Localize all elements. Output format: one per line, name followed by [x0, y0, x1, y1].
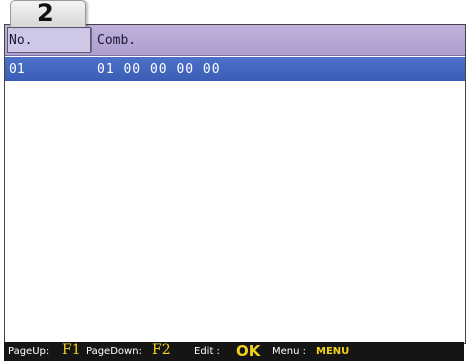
page-down-key[interactable]: F2	[152, 342, 171, 358]
step-number: 2	[37, 0, 54, 27]
row-number: 01	[9, 62, 25, 77]
column-divider	[91, 28, 92, 52]
edit-label: Edit :	[194, 346, 220, 357]
column-header-comb: Comb.	[97, 33, 137, 48]
row-combination: 01 00 00 00 00	[97, 62, 221, 77]
device-screen: No. Comb. 01 01 00 00 00 00	[4, 24, 466, 344]
column-header-no: No.	[9, 33, 33, 48]
menu-key[interactable]: MENU	[316, 346, 349, 357]
page-up-key[interactable]: F1	[62, 342, 81, 358]
edit-key[interactable]: OK	[236, 342, 260, 360]
table-row[interactable]: 01 01 00 00 00 00	[5, 57, 465, 81]
step-number-tab: 2	[10, 0, 86, 27]
page-down-label: PageDown:	[86, 346, 142, 357]
key-help-bar: PageUp: F1 PageDown: F2 Edit : OK Menu :…	[4, 342, 464, 361]
menu-label: Menu :	[272, 346, 307, 357]
table-header: No. Comb.	[5, 25, 465, 56]
page-up-label: PageUp:	[8, 346, 50, 357]
